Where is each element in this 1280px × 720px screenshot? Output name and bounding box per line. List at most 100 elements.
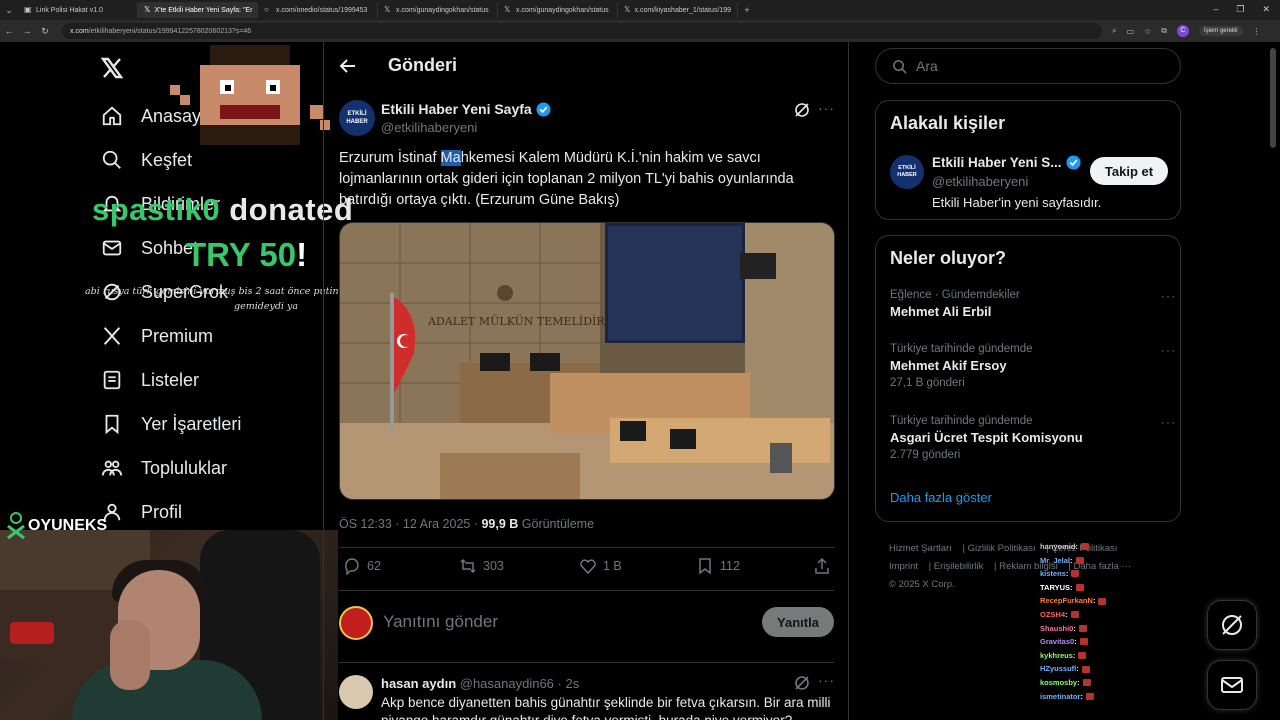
- related-avatar[interactable]: ETKİLİ HABER: [890, 155, 924, 189]
- more-options-icon[interactable]: ···: [818, 672, 835, 688]
- follow-button[interactable]: Takip et: [1090, 157, 1168, 185]
- related-handle[interactable]: @etkilihaberyeni: [932, 174, 1028, 189]
- more-options-icon[interactable]: ···: [1161, 343, 1176, 357]
- chat-username: hanyomid: [1040, 542, 1076, 551]
- footer-link[interactable]: Gizlilik Politikası: [968, 543, 1036, 554]
- repost-button[interactable]: 303: [459, 557, 504, 575]
- author-avatar[interactable]: ETKİLİ HABER: [339, 100, 375, 136]
- nav-item-communities[interactable]: Topluluklar: [100, 456, 227, 480]
- url-domain: x.com: [70, 27, 89, 35]
- pixel-art-character: [170, 45, 330, 145]
- nav-item-bookmarks[interactable]: Yer İşaretleri: [100, 412, 241, 436]
- chat-message: Mr_Jelal :: [1040, 554, 1180, 568]
- footer-link[interactable]: Hizmet Şartları: [889, 543, 952, 554]
- comment-avatar[interactable]: [339, 675, 373, 709]
- minimize-icon[interactable]: –: [1213, 4, 1218, 15]
- menu-icon[interactable]: ⋮: [1253, 27, 1261, 36]
- nav-label: Keşfet: [141, 149, 193, 170]
- nav-item-lists[interactable]: Listeler: [100, 368, 199, 392]
- url-field[interactable]: x.com/etkilihaberyeni/status/19994122578…: [62, 23, 1102, 39]
- x-favicon-icon: 𝕏: [144, 5, 151, 14]
- action-required-badge[interactable]: İşlem gerekli: [1198, 26, 1243, 36]
- reload-icon[interactable]: ↻: [36, 26, 54, 37]
- grok-icon[interactable]: [794, 675, 810, 691]
- footer-link[interactable]: Imprint: [889, 561, 918, 572]
- window-controls: – ❐ ✕: [1213, 4, 1270, 15]
- reply-input[interactable]: Yanıtını gönder: [383, 612, 498, 632]
- close-window-icon[interactable]: ✕: [1262, 4, 1270, 15]
- reply-button[interactable]: 62: [343, 557, 381, 575]
- extensions-icon[interactable]: ⧉: [1161, 26, 1167, 36]
- post-photo[interactable]: ADALET MÜLKÜN TEMELİDİR: [339, 222, 835, 500]
- reply-submit-button[interactable]: Yanıtla: [762, 607, 834, 637]
- chat-message: hanyomid :: [1040, 540, 1180, 554]
- back-arrow-icon[interactable]: [338, 56, 358, 76]
- trend-item[interactable]: Eğlence · Gündemdekiler Mehmet Ali Erbil…: [890, 289, 1175, 319]
- repost-count: 303: [483, 559, 504, 573]
- tab-list-button[interactable]: ⌄: [0, 5, 18, 16]
- donor-name: spastik0: [92, 192, 221, 227]
- grok-fab-button[interactable]: [1207, 600, 1257, 650]
- chat-emote-icon: [1075, 556, 1084, 564]
- chat-message: kistens :: [1040, 567, 1180, 581]
- tab-label: X'te Etkili Haber Yeni Sayfa: "Er: [154, 6, 253, 14]
- address-bar-row: ← → ↻ x.com/etkilihaberyeni/status/19994…: [0, 20, 1280, 42]
- scrollbar[interactable]: [1270, 48, 1276, 148]
- messages-fab-button[interactable]: [1207, 660, 1257, 710]
- author-name[interactable]: Etkili Haber Yeni Sayfa: [381, 101, 551, 117]
- browser-tab[interactable]: 𝕏x.com/gunaydingokhan/status: [498, 2, 618, 18]
- chat-message: Gravitas0 :: [1040, 635, 1180, 649]
- star-icon[interactable]: ☆: [1144, 27, 1151, 36]
- post-actions: 62 303 1 B 112: [339, 557, 834, 579]
- photo-sign-text: ADALET MÜLKÜN TEMELİDİR: [427, 314, 605, 328]
- browser-tab[interactable]: 𝕏x.com/kiyashaber_1/status/199: [618, 2, 738, 18]
- amount-label: TRY 50: [186, 236, 297, 273]
- trend-item[interactable]: Türkiye tarihinde gündemde Mehmet Akif E…: [890, 343, 1175, 389]
- footer-link[interactable]: Erişilebilirlik: [934, 561, 984, 572]
- chat-username: OZSH4: [1040, 609, 1066, 619]
- x-logo-icon[interactable]: [100, 56, 124, 87]
- home-icon: [100, 104, 124, 128]
- cast-icon[interactable]: ▭: [1126, 27, 1134, 36]
- show-more-link[interactable]: Daha fazla göster: [890, 490, 992, 505]
- maximize-icon[interactable]: ❐: [1236, 4, 1244, 15]
- nav-item-premium[interactable]: Premium: [100, 324, 213, 348]
- trend-item[interactable]: Türkiye tarihinde gündemde Asgari Ücret …: [890, 415, 1175, 461]
- nav-item-profile[interactable]: Profil: [100, 500, 182, 524]
- page-title: Gönderi: [388, 55, 458, 75]
- more-options-icon[interactable]: ···: [1161, 289, 1176, 303]
- comment-author[interactable]: hasan aydın @hasanaydin66 · 2s: [381, 676, 579, 691]
- author-handle[interactable]: @etkilihaberyeni: [381, 120, 477, 135]
- more-options-icon[interactable]: ···: [818, 100, 835, 116]
- grok-icon[interactable]: [794, 102, 810, 118]
- share-button[interactable]: [813, 557, 837, 575]
- browser-tab[interactable]: ▣ Link Polisi Hakat v1.0: [18, 2, 138, 18]
- webcam-feed: [0, 530, 338, 720]
- forward-nav-icon[interactable]: →: [18, 26, 36, 36]
- avatar-text: ETKİLİ: [347, 111, 367, 117]
- chat-username: kistens: [1040, 569, 1066, 579]
- browser-tab[interactable]: 𝕏x.com/gunaydingokhan/status: [378, 2, 498, 18]
- like-button[interactable]: 1 B: [579, 557, 622, 575]
- current-user-avatar[interactable]: [339, 606, 373, 640]
- nav-item-chat[interactable]: Sohbet: [100, 236, 198, 260]
- more-options-icon[interactable]: ···: [1161, 415, 1176, 429]
- zoom-icon[interactable]: ⌕: [1112, 26, 1116, 36]
- bookmark-icon: [699, 558, 711, 575]
- back-nav-icon[interactable]: ←: [0, 26, 18, 36]
- browser-tab-active[interactable]: 𝕏X'te Etkili Haber Yeni Sayfa: "Er×: [138, 2, 258, 18]
- related-name[interactable]: Etkili Haber Yeni S...: [932, 155, 1081, 170]
- chat-message: HZyussufl :: [1040, 662, 1180, 676]
- browser-tab[interactable]: ○ x.com/onedio/status/1999453: [258, 2, 378, 18]
- divider: [339, 590, 834, 591]
- search-input[interactable]: Ara: [875, 48, 1181, 84]
- profile-avatar[interactable]: C: [1176, 25, 1189, 37]
- oyuneks-logo: OYUNEKS: [6, 512, 107, 540]
- chat-message: Shaushi0 :: [1040, 622, 1180, 636]
- copyright: © 2025 X Corp.: [889, 579, 955, 590]
- nav-item-explore[interactable]: Keşfet: [100, 148, 192, 172]
- timestamp[interactable]: ÖS 12:33 · 12 Ara 2025 ·: [339, 517, 481, 531]
- nav-label: Topluluklar: [141, 457, 228, 478]
- bookmark-button[interactable]: 112: [696, 557, 740, 575]
- new-tab-button[interactable]: +: [738, 5, 756, 15]
